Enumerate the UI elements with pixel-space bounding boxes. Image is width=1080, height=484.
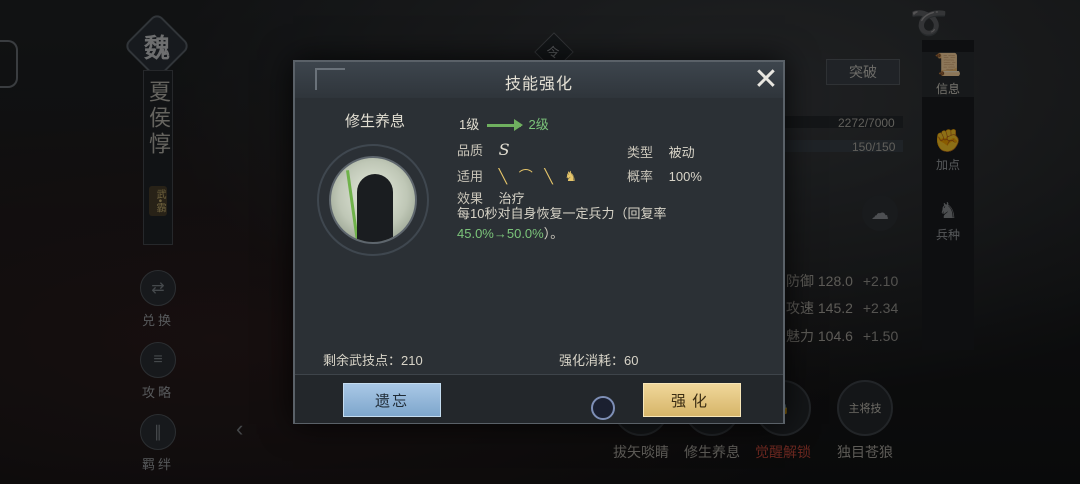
cost-label: 强化消耗： [559, 353, 625, 368]
description-text: 每10秒对自身恢复一定兵力（回复率 [457, 206, 667, 221]
chance-label: 概率 [627, 169, 654, 184]
type-value: 被动 [668, 145, 695, 160]
orb-icon[interactable] [591, 396, 615, 420]
skill-name: 修生养息 [344, 113, 405, 130]
apply-row: 适用 ╲ ⌒ ╲ ♞ [457, 166, 585, 186]
quality-value: S [498, 140, 510, 159]
dialog-title: 技能强化 [504, 76, 573, 93]
arrow-right-icon [486, 119, 523, 132]
close-icon: ✕ [753, 62, 779, 96]
skill-portrait [329, 156, 417, 244]
skill-description: 每10秒对自身恢复一定兵力（回复率 45.0%→50.0%）。 [457, 204, 757, 244]
type-label: 类型 [627, 145, 654, 160]
apply-label: 适用 [457, 169, 484, 184]
quality-row: 品质 S [457, 140, 510, 159]
description-end: ）。 [543, 226, 564, 241]
dialog-header: 技能强化 ✕ [295, 62, 783, 99]
bow-icon: ⌒ [518, 168, 533, 184]
enhance-cost: 强化消耗：60 [559, 350, 638, 369]
level-current: 1级 [459, 117, 480, 132]
dialog-footer: 遗忘 强化 [295, 374, 783, 423]
description-rate: 45.0%→50.0% [457, 226, 544, 241]
remaining-label: 剩余武技点： [323, 353, 402, 368]
chance-value: 100% [668, 169, 702, 184]
type-row: 类型 被动 [627, 142, 695, 161]
remaining-points: 剩余武技点：210 [323, 350, 423, 369]
chance-row: 概率 100% [627, 166, 702, 185]
cavalry-icon: ♞ [564, 168, 577, 184]
cost-value: 60 [624, 353, 639, 368]
spear-icon: ╲ [498, 168, 508, 184]
sword-icon: ╲ [544, 168, 553, 184]
forget-button[interactable]: 遗忘 [343, 383, 441, 417]
enhance-button[interactable]: 强化 [643, 383, 741, 417]
skill-enhance-dialog: 技能强化 ✕ 修生养息 1级 2级 品质 S 类型 被动 适用 ╲ ⌒ ╲ ♞ … [293, 60, 785, 424]
close-button[interactable]: ✕ [749, 62, 783, 96]
quality-label: 品质 [457, 143, 484, 158]
dialog-body: 修生养息 1级 2级 品质 S 类型 被动 适用 ╲ ⌒ ╲ ♞ 概率 100%… [295, 98, 783, 374]
remaining-value: 210 [401, 353, 423, 368]
sage-figure [357, 174, 393, 242]
level-next: 2级 [528, 117, 549, 132]
level-row: 1级 2级 [459, 114, 549, 133]
